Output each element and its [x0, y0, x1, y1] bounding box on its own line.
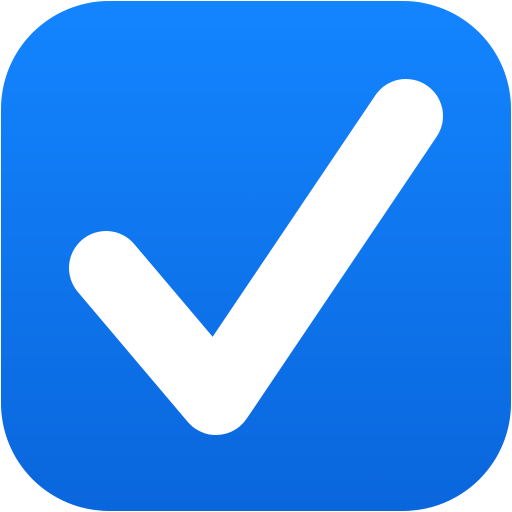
app-icon-graphic — [1, 1, 511, 511]
checkmark-app-icon[interactable] — [0, 0, 512, 512]
